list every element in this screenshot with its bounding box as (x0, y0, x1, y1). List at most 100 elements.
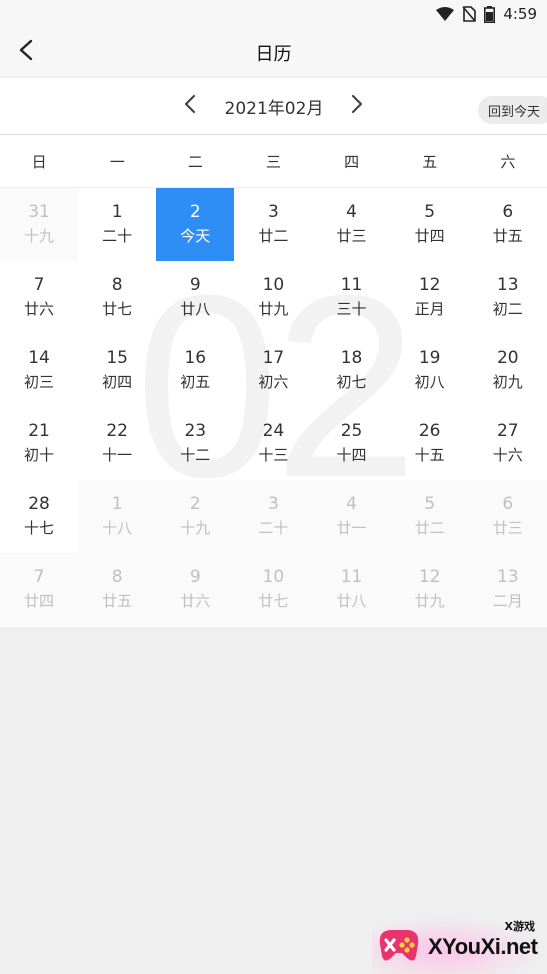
prev-month-button[interactable] (178, 94, 202, 118)
lunar-date: 廿九 (258, 299, 289, 318)
weekday-label: 五 (422, 152, 438, 171)
day-cell[interactable]: 18 初七 (313, 334, 391, 407)
lunar-date: 二十 (258, 518, 289, 537)
lunar-date: 廿六 (24, 299, 55, 318)
status-icons: 4:59 (436, 4, 537, 24)
back-to-today-button[interactable]: 回到今天 (478, 96, 547, 124)
day-number: 9 (189, 566, 201, 587)
day-number: 19 (418, 347, 441, 368)
day-number: 25 (340, 420, 363, 441)
day-cell[interactable]: 9 廿六 (156, 553, 235, 626)
day-cell[interactable]: 1 十八 (78, 480, 157, 553)
day-cell[interactable]: 13 二月 (468, 553, 547, 626)
day-number: 18 (340, 347, 363, 368)
lunar-date: 廿七 (102, 299, 133, 318)
day-number: 24 (262, 420, 285, 441)
weekday-label: 一 (109, 152, 125, 171)
battery-icon (484, 5, 496, 23)
day-cell[interactable]: 31 十九 (0, 188, 79, 261)
day-cell[interactable]: 8 廿五 (78, 553, 157, 626)
day-cell[interactable]: 14 初三 (0, 334, 78, 407)
day-cell[interactable]: 12 廿九 (390, 553, 469, 626)
day-cell[interactable]: 13 初二 (469, 261, 547, 334)
day-cell[interactable]: 24 十三 (234, 407, 312, 480)
day-cell[interactable]: 10 廿七 (234, 553, 313, 626)
day-cell[interactable]: 6 廿三 (468, 480, 547, 553)
logo-subtext: X游戏 (504, 920, 535, 933)
lunar-date: 十九 (180, 518, 211, 537)
day-number: 12 (418, 566, 441, 587)
lunar-date: 正月 (414, 299, 445, 318)
day-cell[interactable]: 6 廿五 (469, 188, 547, 261)
day-number: 22 (106, 420, 128, 441)
day-cell[interactable]: 7 廿六 (0, 261, 78, 334)
day-cell[interactable]: 9 廿八 (156, 261, 234, 334)
day-number: 9 (189, 274, 201, 295)
day-number: 14 (28, 347, 50, 368)
day-number: 8 (111, 566, 123, 587)
day-cell[interactable]: 27 十六 (469, 407, 547, 480)
day-number: 15 (106, 347, 128, 368)
no-sim-icon (462, 6, 477, 22)
day-number: 12 (418, 274, 441, 295)
weekday-label: 三 (265, 152, 281, 171)
day-cell[interactable]: 12 正月 (391, 261, 469, 334)
day-number: 4 (346, 493, 357, 514)
lunar-date: 初八 (414, 372, 445, 391)
day-cell[interactable]: 19 初八 (391, 334, 469, 407)
day-grid: 31 十九 1 二十 2 今天 3 廿二 4 廿三 5 廿四 6 廿五 7 廿六 8 廿七 9 廿八 10 廿九 11 三十 1… (0, 188, 547, 626)
weekday-header: 日 一 二 三 四 五 六 (0, 135, 547, 188)
day-cell[interactable]: 4 廿三 (313, 188, 391, 261)
day-cell[interactable]: 5 廿四 (391, 188, 469, 261)
next-month-button[interactable] (345, 94, 369, 118)
lunar-date: 廿八 (336, 591, 367, 610)
lunar-date: 十二 (180, 445, 211, 464)
day-cell[interactable]: 10 廿九 (234, 261, 312, 334)
day-cell[interactable]: 2 十九 (156, 480, 235, 553)
day-cell[interactable]: 22 十一 (78, 407, 156, 480)
day-cell[interactable]: 11 廿八 (312, 553, 391, 626)
day-number: 2 (189, 201, 201, 222)
day-cell[interactable]: 28 十七 (0, 480, 78, 553)
day-number: 27 (496, 420, 519, 441)
day-cell[interactable]: 16 初五 (156, 334, 234, 407)
day-cell[interactable]: 5 廿二 (390, 480, 469, 553)
day-cell[interactable]: 25 十四 (313, 407, 391, 480)
site-logo: X游戏 XYouXi.net (372, 916, 547, 974)
day-cell[interactable]: 7 廿四 (0, 553, 79, 626)
lunar-date: 初六 (258, 372, 289, 391)
day-number: 13 (496, 274, 519, 295)
lunar-date: 廿二 (258, 226, 289, 245)
day-cell[interactable]: 20 初九 (469, 334, 547, 407)
day-cell[interactable]: 11 三十 (313, 261, 391, 334)
day-number: 8 (111, 274, 123, 295)
day-number: 7 (33, 566, 45, 587)
day-cell[interactable]: 3 廿二 (234, 188, 312, 261)
day-number: 28 (28, 493, 50, 514)
lunar-date: 廿一 (336, 518, 367, 537)
day-cell[interactable]: 21 初十 (0, 407, 78, 480)
day-cell[interactable]: 8 廿七 (78, 261, 156, 334)
weekday-label: 二 (187, 152, 203, 171)
lunar-date: 初七 (336, 372, 367, 391)
day-number: 7 (33, 274, 45, 295)
lunar-date: 初十 (24, 445, 55, 464)
day-cell[interactable]: 3 二十 (234, 480, 313, 553)
day-cell[interactable]: 15 初四 (78, 334, 156, 407)
day-number: 3 (268, 493, 279, 514)
month-switcher: 2021年02月 (0, 78, 547, 135)
day-cell[interactable]: 17 初六 (234, 334, 312, 407)
day-cell[interactable]: 23 十二 (156, 407, 234, 480)
day-cell[interactable]: 1 二十 (78, 188, 156, 261)
day-number: 17 (262, 347, 285, 368)
day-number: 23 (184, 420, 207, 441)
lunar-date: 廿八 (180, 299, 211, 318)
lunar-date: 十八 (102, 518, 133, 537)
page-title: 日历 (255, 44, 292, 65)
day-number: 1 (111, 201, 123, 222)
day-cell[interactable]: 26 十五 (391, 407, 469, 480)
day-cell[interactable]: 4 廿一 (312, 480, 391, 553)
day-cell-selected[interactable]: 2 今天 (156, 188, 235, 261)
lunar-date: 廿五 (102, 591, 133, 610)
day-number: 2 (189, 493, 201, 514)
